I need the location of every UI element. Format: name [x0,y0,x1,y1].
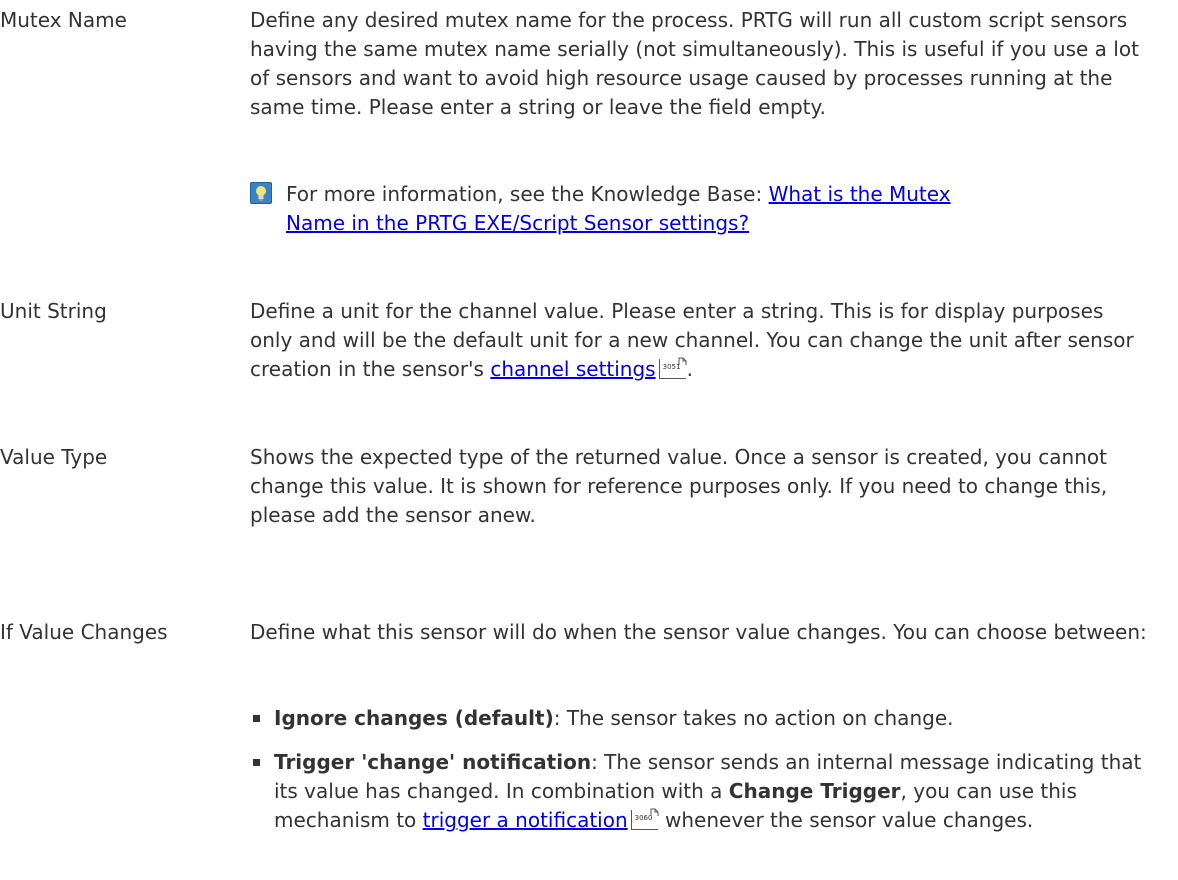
setting-description: Shows the expected type of the returned … [250,443,1150,530]
lightbulb-icon [250,182,272,204]
options-list: Ignore changes (default): The sensor tak… [250,704,1150,835]
setting-label: Value Type [0,445,108,469]
description-text: Shows the expected type of the returned … [250,445,1108,527]
channel-settings-link[interactable]: channel settings [490,357,655,381]
setting-description: Define any desired mutex name for the pr… [250,6,1150,122]
bullet-icon [253,715,260,722]
description-text: Define what this sensor will do when the… [250,620,1147,644]
options-list-container: Ignore changes (default): The sensor tak… [250,704,1150,835]
description-text: Define any desired mutex name for the pr… [250,8,1139,119]
list-item: Ignore changes (default): The sensor tak… [250,704,1150,733]
page-reference-icon[interactable]: 3051 [658,357,687,379]
option-name: Ignore changes (default) [274,706,554,730]
trigger-notification-link[interactable]: trigger a notification [423,808,628,832]
option-description: : The sensor takes no action on change. [553,706,954,730]
option-name: Trigger 'change' notification [274,750,592,774]
list-item: Trigger 'change' notification: The senso… [250,748,1150,835]
setting-description: Define a unit for the channel value. Ple… [250,297,1150,384]
setting-label: Unit String [0,299,107,323]
page-reference-icon[interactable]: 3060 [630,808,659,830]
note-prefix: For more information, see the Knowledge … [286,182,769,206]
bullet-icon [253,759,260,766]
setting-description: Define what this sensor will do when the… [250,618,1150,647]
setting-label: Mutex Name [0,8,127,32]
note-text: For more information, see the Knowledge … [286,180,986,238]
setting-label: If Value Changes [0,620,168,644]
change-trigger-term: Change Trigger [728,779,901,803]
option-description-end: whenever the sensor value changes. [658,808,1034,832]
